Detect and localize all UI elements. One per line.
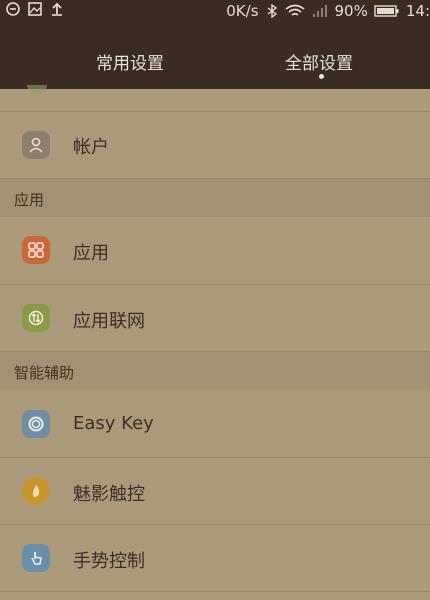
tab-bar: 常用设置 全部设置 <box>0 24 430 89</box>
battery-percent: 90% <box>334 2 368 20</box>
clock: 14: <box>405 2 430 20</box>
settings-item-gesture-control[interactable]: 手势控制 <box>0 525 430 592</box>
status-bar-right: 0K/s 90% 14: <box>226 2 430 20</box>
status-bar-left <box>6 2 64 16</box>
settings-item-app-network[interactable]: 应用联网 <box>0 285 430 352</box>
partial-icon <box>27 85 47 95</box>
message-icon <box>6 2 20 16</box>
signal-icon <box>312 5 327 17</box>
settings-item-label: 手势控制 <box>73 551 145 572</box>
settings-item-apps[interactable]: 应用 <box>0 217 430 285</box>
tab-common-settings[interactable]: 常用设置 <box>96 49 164 74</box>
section-header-label: 智能辅助 <box>14 364 75 382</box>
partial-list-item <box>0 85 430 112</box>
settings-item-account[interactable]: 帐户 <box>0 112 430 179</box>
wifi-icon <box>285 4 305 16</box>
section-header-smart-assist: 智能辅助 <box>0 352 430 390</box>
active-tab-indicator <box>319 74 324 79</box>
app-network-icon <box>22 304 50 332</box>
apps-icon <box>22 236 50 264</box>
settings-item-label: 应用 <box>73 243 109 264</box>
settings-item-easy-key[interactable]: Easy Key <box>0 390 430 458</box>
settings-item-label: 应用联网 <box>73 311 145 332</box>
bluetooth-icon <box>267 4 277 18</box>
section-header-label: 应用 <box>14 191 45 209</box>
image-icon <box>28 2 42 16</box>
tab-all-settings[interactable]: 全部设置 <box>285 49 353 74</box>
network-speed: 0K/s <box>226 2 259 20</box>
section-header-apps: 应用 <box>0 179 430 217</box>
battery-icon <box>374 5 399 17</box>
upload-icon <box>52 2 62 16</box>
settings-item-label: 帐户 <box>73 137 109 158</box>
gesture-icon <box>22 544 50 572</box>
settings-item-label: 魅影触控 <box>73 484 145 505</box>
account-icon <box>22 131 50 159</box>
settings-item-phantom-touch[interactable]: 魅影触控 <box>0 458 430 525</box>
status-bar: 0K/s 90% 14: <box>0 0 430 24</box>
touch-icon <box>22 477 50 505</box>
easy-key-icon <box>22 410 50 438</box>
settings-item-label: Easy Key <box>73 413 154 434</box>
